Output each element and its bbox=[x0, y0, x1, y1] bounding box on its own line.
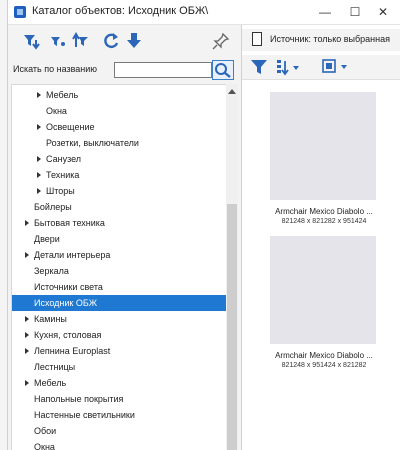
tree-item-label: Камины bbox=[34, 314, 67, 324]
tree-item-label: Исходник ОБЖ bbox=[34, 298, 98, 308]
search-row: Искать по названию bbox=[8, 60, 240, 82]
expand-arrow-icon[interactable] bbox=[25, 348, 29, 354]
sort-icon[interactable] bbox=[276, 58, 302, 76]
tree-item-label: Кухня, столовая bbox=[34, 330, 102, 340]
catalog-window: Каталог объектов: Исходник ОБЖ\ — ☐ ✕ Ис… bbox=[7, 0, 400, 450]
expand-arrow-icon[interactable] bbox=[25, 380, 29, 386]
tree-item-label: Техника bbox=[46, 170, 80, 180]
tree-item[interactable]: Лепнина Europlast bbox=[12, 343, 226, 359]
tree-item-label: Лепнина Europlast bbox=[34, 346, 111, 356]
app-icon bbox=[14, 6, 26, 18]
object-dimensions: 821248 x 821282 x 951424 bbox=[281, 218, 367, 225]
expand-arrow-icon[interactable] bbox=[25, 316, 29, 322]
tree-item-label: Розетки, выключатели bbox=[46, 138, 139, 148]
close-button[interactable]: ✕ bbox=[372, 3, 394, 21]
filter-small-icon[interactable] bbox=[48, 31, 68, 51]
refresh-icon[interactable] bbox=[101, 31, 121, 51]
tree-item-label: Обои bbox=[34, 426, 57, 436]
expand-arrow-icon[interactable] bbox=[37, 92, 41, 98]
tree-item[interactable]: Мебель bbox=[12, 375, 226, 391]
source-row: Источник: только выбранная bbox=[242, 29, 400, 51]
tree-item[interactable]: Кухня, столовая bbox=[12, 327, 226, 343]
tree-item-label: Бытовая техника bbox=[34, 218, 105, 228]
tree-item[interactable]: Источники света bbox=[12, 279, 226, 295]
tree-item-label: Настенные светильники bbox=[34, 410, 135, 420]
tree-item-label: Лестницы bbox=[34, 362, 76, 372]
source-label: Источник: только выбранная bbox=[270, 34, 390, 44]
expand-arrow-icon[interactable] bbox=[37, 172, 41, 178]
window-title: Каталог объектов: Исходник ОБЖ\ bbox=[32, 5, 209, 17]
object-name[interactable]: Armchair Mexico Diabolo ... bbox=[258, 207, 390, 216]
tree-item[interactable]: Бойлеры bbox=[12, 199, 226, 215]
expand-arrow-icon[interactable] bbox=[37, 188, 41, 194]
tree-item-label: Двери bbox=[34, 234, 60, 244]
minimize-button[interactable]: — bbox=[314, 3, 336, 21]
document-icon bbox=[252, 32, 262, 46]
tree-item[interactable]: Детали интерьера bbox=[12, 247, 226, 263]
tree-item-label: Мебель bbox=[46, 90, 79, 100]
object-name[interactable]: Armchair Mexico Diabolo ... bbox=[258, 351, 390, 360]
tree-item[interactable]: Шторы bbox=[12, 183, 226, 199]
tree-item[interactable]: Зеркала bbox=[12, 263, 226, 279]
tree-item[interactable]: Двери bbox=[12, 231, 226, 247]
tree-scrollbar[interactable] bbox=[226, 84, 238, 450]
object-dimensions: 821248 x 951424 x 821282 bbox=[281, 362, 367, 369]
tree-item[interactable]: Техника bbox=[12, 167, 226, 183]
tree-item[interactable]: Окна bbox=[12, 439, 226, 450]
tree-item[interactable]: Исходник ОБЖ bbox=[12, 295, 226, 311]
tree-item[interactable]: Мебель bbox=[12, 87, 226, 103]
download-arrow-icon[interactable] bbox=[124, 31, 144, 51]
tree-item-label: Напольные покрытия bbox=[34, 394, 124, 404]
tree-item[interactable]: Камины bbox=[12, 311, 226, 327]
object-thumbnail[interactable] bbox=[270, 92, 376, 200]
expand-arrow-icon[interactable] bbox=[37, 156, 41, 162]
search-icon bbox=[215, 63, 231, 78]
expand-arrow-icon[interactable] bbox=[25, 252, 29, 258]
tree-item-label: Санузел bbox=[46, 154, 82, 164]
tree-item-label: Окна bbox=[46, 106, 67, 116]
scroll-up-arrow[interactable] bbox=[228, 89, 236, 94]
tree-item-label: Окна bbox=[34, 442, 55, 450]
expand-arrow-icon[interactable] bbox=[25, 332, 29, 338]
search-label: Искать по названию bbox=[13, 64, 98, 74]
pin-icon[interactable] bbox=[211, 31, 231, 51]
tree-item[interactable]: Лестницы bbox=[12, 359, 226, 375]
tree-item[interactable]: Санузел bbox=[12, 151, 226, 167]
tree-item[interactable]: Напольные покрытия bbox=[12, 391, 226, 407]
search-input[interactable] bbox=[114, 62, 212, 78]
tree-item[interactable]: Розетки, выключатели bbox=[12, 135, 226, 151]
tree-item-label: Освещение bbox=[46, 122, 95, 132]
left-toolbar bbox=[8, 29, 240, 55]
right-panel: Источник: только выбранная Armchair Mexi… bbox=[241, 25, 400, 450]
expand-arrow-icon[interactable] bbox=[37, 124, 41, 130]
view-mode-icon[interactable] bbox=[322, 58, 350, 76]
tree-item-label: Зеркала bbox=[34, 266, 69, 276]
filter-down-icon[interactable] bbox=[22, 31, 42, 51]
object-thumbnail[interactable] bbox=[270, 236, 376, 344]
tree-item-label: Детали интерьера bbox=[34, 250, 111, 260]
tree-item[interactable]: Настенные светильники bbox=[12, 407, 226, 423]
category-tree: Мебель Окна Освещение Розетки, выключатели С… bbox=[11, 84, 227, 450]
right-toolbar bbox=[242, 55, 400, 80]
filter-up-icon[interactable] bbox=[72, 31, 92, 51]
tree-item[interactable]: Окна bbox=[12, 103, 226, 119]
title-bar: Каталог объектов: Исходник ОБЖ\ — ☐ ✕ bbox=[8, 0, 400, 25]
left-panel: Искать по названию Мебель Окна Освещение Ро… bbox=[8, 25, 240, 450]
tree-item[interactable]: Обои bbox=[12, 423, 226, 439]
scroll-thumb[interactable] bbox=[227, 204, 237, 450]
maximize-button[interactable]: ☐ bbox=[344, 3, 366, 21]
tree-item-label: Источники света bbox=[34, 282, 103, 292]
tree-item-label: Шторы bbox=[46, 186, 75, 196]
filter-icon[interactable] bbox=[250, 58, 268, 76]
tree-item[interactable]: Освещение bbox=[12, 119, 226, 135]
search-button[interactable] bbox=[212, 60, 234, 80]
tree-item[interactable]: Бытовая техника bbox=[12, 215, 226, 231]
tree-item-label: Мебель bbox=[34, 378, 67, 388]
tree-item-label: Бойлеры bbox=[34, 202, 72, 212]
expand-arrow-icon[interactable] bbox=[25, 220, 29, 226]
